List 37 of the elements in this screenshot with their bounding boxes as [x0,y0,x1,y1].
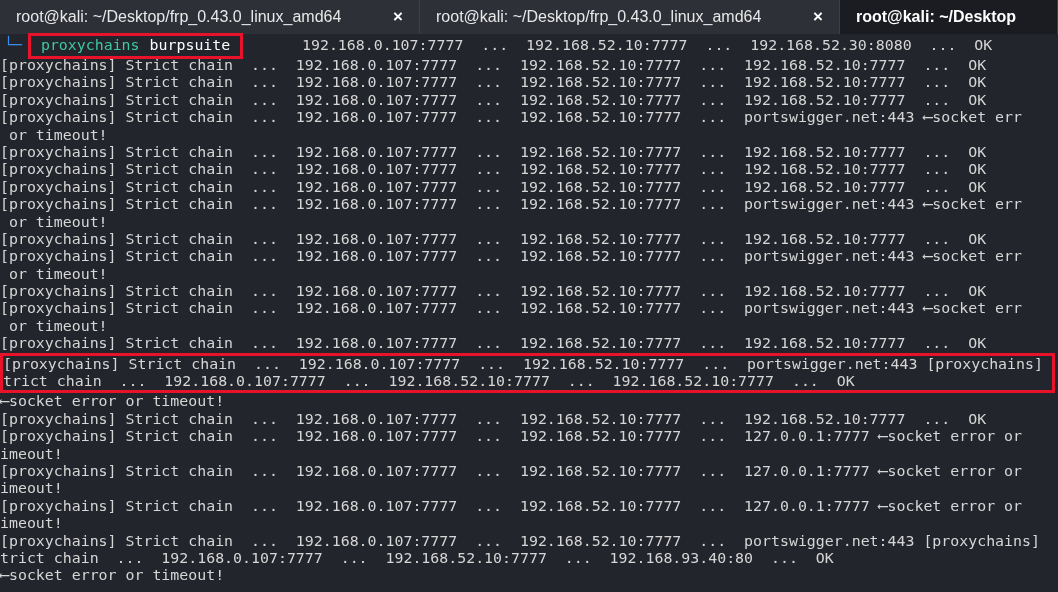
close-icon[interactable]: × [809,4,827,30]
terminal-line: [proxychains] Strict chain ... 192.168.0.107:7777 ... 192.168.52.10:7777 ... 192.168.52.10:7777 ... OK [0,161,987,179]
terminal-line: [proxychains] Strict chain ... 192.168.0.107:7777 ... 192.168.52.10:7777 ... portswigger.net:443 [proxychains] [3,355,1043,374]
terminal-line: [proxychains] Strict chain ... 192.168.0.107:7777 ... 192.168.52.10:7777 ... 192.168.52.10:7777 ... OK [0,178,987,197]
terminal-line: or timeout! [7,213,108,231]
terminal-line: ⟵socket error or timeout! [0,393,225,411]
terminal-line: 192.168.0.107:7777 ... 192.168.52.10:7777 ... 192.168.52.30:8080 ... OK [302,37,993,55]
terminal-line: or timeout! [7,265,108,284]
terminal-line: [proxychains] Strict chain ... 192.168.0.107:7777 ... 192.168.52.10:7777 ... 192.168.52.10:7777 ... OK [0,230,987,249]
terminal-line: [proxychains] Strict chain ... 192.168.0.107:7777 ... 192.168.52.10:7777 ... 192.168.52.10:7777 ... OK [0,143,987,162]
terminal-line: [proxychains] Strict chain ... 192.168.0.107:7777 ... 192.168.52.10:7777 ... 192.168.52.10:7777 ... OK [0,74,987,92]
terminal-line: imeout! [0,445,63,463]
terminal-line: [proxychains] Strict chain ... 192.168.0.107:7777 ... 192.168.52.10:7777 ... portswigger.net:443 ⟵socket err [0,109,1022,127]
terminal-line: ⟵socket error or timeout! [0,567,225,585]
prompt-symbol: └─ [3,37,23,55]
command-name: proxychains [40,37,140,55]
terminal-line: [proxychains] Strict chain ... 192.168.0.107:7777 ... 192.168.52.10:7777 ... portswigger.net:443 ⟵socket err [0,196,1022,214]
terminal-line: [proxychains] Strict chain ... 192.168.0.107:7777 ... 192.168.52.10:7777 ... 127.0.0.1:7777 ⟵socket error or [0,463,1022,481]
terminal-line: imeout! [0,515,63,533]
terminal-line: [proxychains] Strict chain ... 192.168.0.107:7777 ... 192.168.52.10:7777 ... 192.168.52.10:7777 ... OK [0,283,987,301]
terminal-line: [proxychains] Strict chain ... 192.168.0.107:7777 ... 192.168.52.10:7777 ... 192.168.52.10:7777 ... OK [0,57,987,75]
terminal-line: [proxychains] Strict chain ... 192.168.0.107:7777 ... 192.168.52.10:7777 ... 192.168.52.10:7777 ... OK [0,91,987,110]
close-icon[interactable]: × [389,4,407,30]
command-argument: burpsuite [149,37,231,55]
terminal-line: imeout! [0,480,63,498]
terminal-line: [proxychains] Strict chain ... 192.168.0.107:7777 ... 192.168.52.10:7777 ... 192.168.52.10:7777 ... OK [0,335,987,353]
terminal-line: [proxychains] Strict chain ... 192.168.0.107:7777 ... 192.168.52.10:7777 ... portswigger.net:443 [proxychains] [0,532,1040,550]
terminal-line: [proxychains] Strict chain ... 192.168.0.107:7777 ... 192.168.52.10:7777 ... 127.0.0.1:7777 ⟵socket error or [0,497,1022,516]
terminal-line: [proxychains] Strict chain ... 192.168.0.107:7777 ... 192.168.52.10:7777 ... portswigger.net:443 ⟵socket err [0,300,1022,318]
terminal-line: [proxychains] Strict chain ... 192.168.0.107:7777 ... 192.168.52.10:7777 ... 192.168.52.10:7777 ... OK [0,410,987,429]
terminal-line: or timeout! [7,317,108,336]
terminal-line: trict chain ... 192.168.0.107:7777 ... 192.168.52.10:7777 ... 192.168.93.40:80 ... OK [0,549,834,568]
terminal-tab[interactable]: root@kali: ~/Desktop [840,0,1058,34]
terminal-line: trict chain ... 192.168.0.107:7777 ... 192.168.52.10:7777 ... 192.168.52.10:7777 ... OK [3,373,855,391]
terminal-line: [proxychains] Strict chain ... 192.168.0.107:7777 ... 192.168.52.10:7777 ... portswigger.net:443 ⟵socket err [0,248,1022,266]
terminal-line: [proxychains] Strict chain ... 192.168.0.107:7777 ... 192.168.52.10:7777 ... 127.0.0.1:7777 ⟵socket error or [0,428,1022,446]
terminal-line: or timeout! [7,126,108,144]
